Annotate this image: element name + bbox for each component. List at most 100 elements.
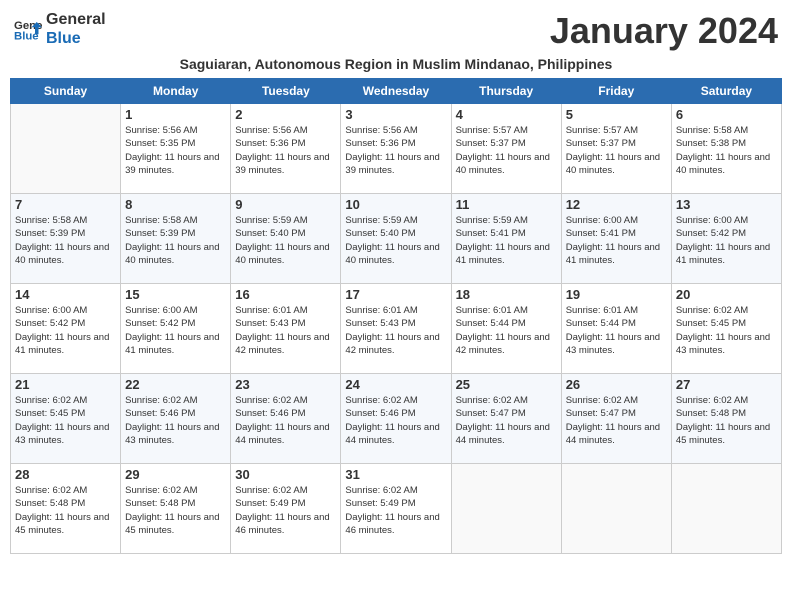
calendar-cell: 6 Sunrise: 5:58 AM Sunset: 5:38 PM Daylig… [671,104,781,194]
day-info: Sunrise: 6:00 AM Sunset: 5:41 PM Dayligh… [566,214,667,267]
day-info: Sunrise: 5:59 AM Sunset: 5:40 PM Dayligh… [345,214,446,267]
calendar-cell: 2Sunrise: 5:56 AM Sunset: 5:36 PM Daylig… [231,104,341,194]
day-number: 19 [566,287,667,302]
day-number: 22 [125,377,226,392]
day-number: 17 [345,287,446,302]
day-number: 28 [15,467,116,482]
weekday-header-cell: Wednesday [341,79,451,104]
logo-icon: General Blue [14,15,42,43]
calendar-cell: 14 Sunrise: 6:00 AM Sunset: 5:42 PM Dayli… [11,284,121,374]
day-info: Sunrise: 5:57 AM Sunset: 5:37 PM Dayligh… [456,124,557,177]
day-info: Sunrise: 6:02 AM Sunset: 5:48 PM Dayligh… [676,394,777,447]
logo-line2: Blue [46,29,106,48]
day-info: Sunrise: 5:58 AM Sunset: 5:38 PM Dayligh… [676,124,777,177]
day-number: 31 [345,467,446,482]
weekday-header-cell: Thursday [451,79,561,104]
day-info: Sunrise: 6:02 AM Sunset: 5:48 PM Dayligh… [125,484,226,537]
day-info: Sunrise: 5:56 AM Sunset: 5:36 PM Dayligh… [345,124,446,177]
day-number: 3 [345,107,446,122]
day-number: 14 [15,287,116,302]
day-number: 1 [125,107,226,122]
calendar-cell: 19 Sunrise: 6:01 AM Sunset: 5:44 PM Dayli… [561,284,671,374]
day-info: Sunrise: 6:02 AM Sunset: 5:46 PM Dayligh… [235,394,336,447]
day-number: 27 [676,377,777,392]
day-info: Sunrise: 5:58 AM Sunset: 5:39 PM Dayligh… [125,214,226,267]
day-number: 4 [456,107,557,122]
day-number: 2 [235,107,336,122]
day-number: 26 [566,377,667,392]
day-info: Sunrise: 6:00 AM Sunset: 5:42 PM Dayligh… [125,304,226,357]
day-info: Sunrise: 6:02 AM Sunset: 5:45 PM Dayligh… [676,304,777,357]
day-number: 10 [345,197,446,212]
calendar-cell: 25 Sunrise: 6:02 AM Sunset: 5:47 PM Dayli… [451,374,561,464]
calendar-cell: 12Sunrise: 6:00 AM Sunset: 5:41 PM Dayli… [561,194,671,284]
calendar-cell: 13Sunrise: 6:00 AM Sunset: 5:42 PM Dayli… [671,194,781,284]
day-info: Sunrise: 6:01 AM Sunset: 5:43 PM Dayligh… [235,304,336,357]
weekday-header-cell: Sunday [11,79,121,104]
weekday-header-cell: Friday [561,79,671,104]
day-info: Sunrise: 6:02 AM Sunset: 5:46 PM Dayligh… [345,394,446,447]
calendar-cell: 17 Sunrise: 6:01 AM Sunset: 5:43 PM Dayli… [341,284,451,374]
day-number: 7 [15,197,116,212]
calendar-cell: 24 Sunrise: 6:02 AM Sunset: 5:46 PM Dayli… [341,374,451,464]
calendar-cell: 27 Sunrise: 6:02 AM Sunset: 5:48 PM Dayli… [671,374,781,464]
calendar-week: 14 Sunrise: 6:00 AM Sunset: 5:42 PM Dayli… [11,284,782,374]
day-info: Sunrise: 5:59 AM Sunset: 5:41 PM Dayligh… [456,214,557,267]
day-info: Sunrise: 6:00 AM Sunset: 5:42 PM Dayligh… [15,304,116,357]
day-number: 23 [235,377,336,392]
calendar-cell: 18Sunrise: 6:01 AM Sunset: 5:44 PM Dayli… [451,284,561,374]
calendar-cell: 16Sunrise: 6:01 AM Sunset: 5:43 PM Dayli… [231,284,341,374]
calendar-cell: 20Sunrise: 6:02 AM Sunset: 5:45 PM Dayli… [671,284,781,374]
day-info: Sunrise: 6:02 AM Sunset: 5:47 PM Dayligh… [456,394,557,447]
day-info: Sunrise: 5:58 AM Sunset: 5:39 PM Dayligh… [15,214,116,267]
calendar-cell: 9 Sunrise: 5:59 AM Sunset: 5:40 PM Daylig… [231,194,341,284]
subtitle: Saguiaran, Autonomous Region in Muslim M… [10,56,782,72]
weekday-header-cell: Saturday [671,79,781,104]
day-number: 29 [125,467,226,482]
day-info: Sunrise: 6:02 AM Sunset: 5:48 PM Dayligh… [15,484,116,537]
day-number: 5 [566,107,667,122]
calendar-cell [561,464,671,554]
calendar-cell: 4 Sunrise: 5:57 AM Sunset: 5:37 PM Daylig… [451,104,561,194]
day-number: 25 [456,377,557,392]
calendar-body: 1Sunrise: 5:56 AM Sunset: 5:35 PM Daylig… [11,104,782,554]
day-number: 9 [235,197,336,212]
calendar-cell [671,464,781,554]
calendar-cell: 1Sunrise: 5:56 AM Sunset: 5:35 PM Daylig… [121,104,231,194]
day-info: Sunrise: 5:57 AM Sunset: 5:37 PM Dayligh… [566,124,667,177]
day-info: Sunrise: 6:02 AM Sunset: 5:47 PM Dayligh… [566,394,667,447]
calendar-cell: 8 Sunrise: 5:58 AM Sunset: 5:39 PM Daylig… [121,194,231,284]
day-number: 18 [456,287,557,302]
day-number: 15 [125,287,226,302]
calendar-cell [451,464,561,554]
header: General Blue General Blue January 2024 [10,10,782,52]
calendar-cell: 28 Sunrise: 6:02 AM Sunset: 5:48 PM Dayli… [11,464,121,554]
calendar-cell: 5 Sunrise: 5:57 AM Sunset: 5:37 PM Daylig… [561,104,671,194]
calendar-cell: 15 Sunrise: 6:00 AM Sunset: 5:42 PM Dayli… [121,284,231,374]
weekday-header-cell: Tuesday [231,79,341,104]
calendar-cell: 23 Sunrise: 6:02 AM Sunset: 5:46 PM Dayli… [231,374,341,464]
day-number: 6 [676,107,777,122]
day-info: Sunrise: 6:01 AM Sunset: 5:44 PM Dayligh… [566,304,667,357]
day-info: Sunrise: 6:02 AM Sunset: 5:49 PM Dayligh… [345,484,446,537]
calendar-cell: 30Sunrise: 6:02 AM Sunset: 5:49 PM Dayli… [231,464,341,554]
day-info: Sunrise: 6:01 AM Sunset: 5:43 PM Dayligh… [345,304,446,357]
calendar-table: SundayMondayTuesdayWednesdayThursdayFrid… [10,78,782,554]
calendar-cell: 7 Sunrise: 5:58 AM Sunset: 5:39 PM Daylig… [11,194,121,284]
calendar-cell: 29 Sunrise: 6:02 AM Sunset: 5:48 PM Dayli… [121,464,231,554]
day-info: Sunrise: 5:59 AM Sunset: 5:40 PM Dayligh… [235,214,336,267]
calendar-cell: 22Sunrise: 6:02 AM Sunset: 5:46 PM Dayli… [121,374,231,464]
weekday-header-cell: Monday [121,79,231,104]
month-title: January 2024 [550,10,778,52]
day-info: Sunrise: 6:02 AM Sunset: 5:45 PM Dayligh… [15,394,116,447]
calendar-cell: 11 Sunrise: 5:59 AM Sunset: 5:41 PM Dayli… [451,194,561,284]
day-info: Sunrise: 6:02 AM Sunset: 5:49 PM Dayligh… [235,484,336,537]
logo-line1: General [46,10,106,29]
day-number: 13 [676,197,777,212]
calendar-cell: 31 Sunrise: 6:02 AM Sunset: 5:49 PM Dayli… [341,464,451,554]
day-number: 8 [125,197,226,212]
day-number: 11 [456,197,557,212]
calendar-week: 1Sunrise: 5:56 AM Sunset: 5:35 PM Daylig… [11,104,782,194]
weekday-header: SundayMondayTuesdayWednesdayThursdayFrid… [11,79,782,104]
day-number: 24 [345,377,446,392]
